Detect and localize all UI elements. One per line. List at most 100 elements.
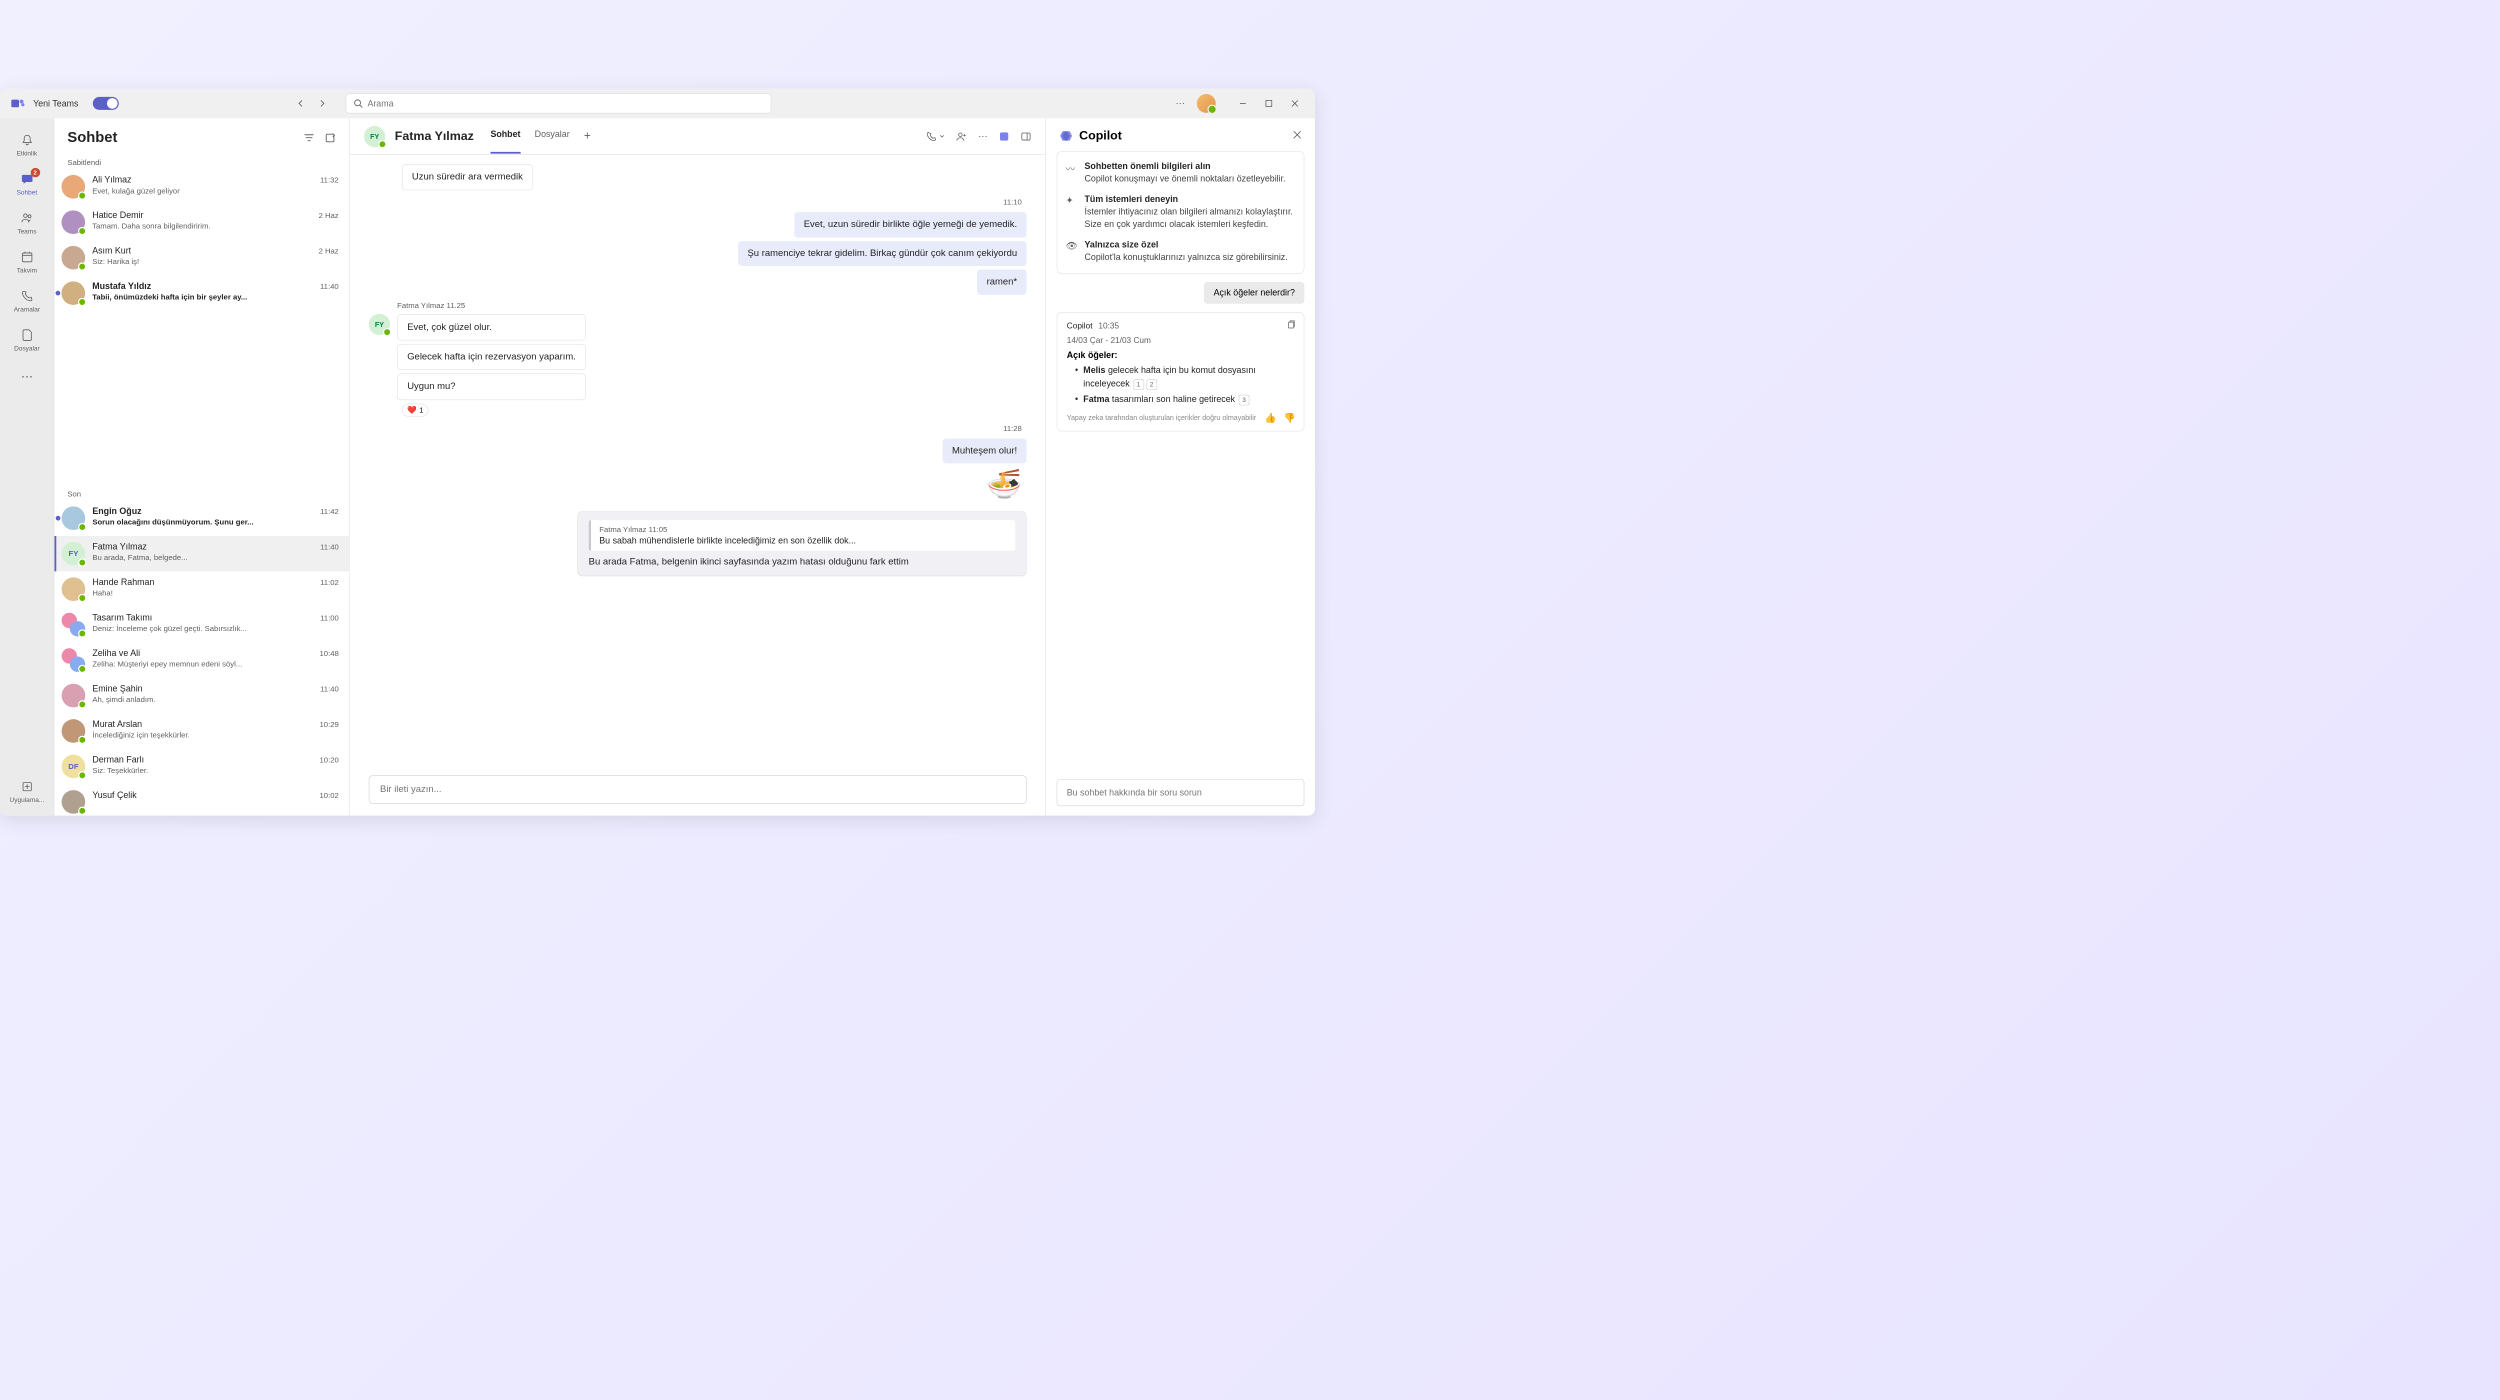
msg-meta: Fatma Yılmaz 11.25 [397,301,586,310]
compose-area [369,775,1027,803]
filter-icon[interactable] [303,131,315,143]
new-chat-icon[interactable] [324,131,336,143]
group-avatar [61,613,85,637]
ai-disclaimer: Yapay zeka tarafından oluşturulan içerik… [1067,413,1295,422]
chat-name: Asım Kurt [92,246,131,256]
chat-list-item[interactable]: Emine Şahin11:40Ah, şimdi anladım. [54,678,349,713]
copilot-input[interactable] [1057,779,1305,806]
tab-chat[interactable]: Sohbet [490,119,520,154]
rail-item-call[interactable]: Aramalar [7,284,47,318]
rail-item-teams[interactable]: Teams [7,206,47,240]
chat-list-item[interactable]: Hatice Demir2 HazTamam. Daha sonra bilgi… [54,204,349,239]
chat-more-icon[interactable]: ⋯ [978,130,987,142]
teams-logo-icon [9,95,26,112]
chat-header: FY Fatma Yılmaz Sohbet Dosyalar + ⋯ [350,118,1046,155]
open-pane-icon[interactable] [1021,131,1032,142]
chat-name: Ali Yılmaz [92,175,131,185]
reference-badge[interactable]: 2 [1146,379,1157,390]
tab-add[interactable]: + [584,119,591,154]
current-user-avatar[interactable] [1197,94,1216,113]
tip-icon: ✦ [1066,194,1078,230]
rail-item-bell[interactable]: Etkinlik [7,128,47,162]
chat-list-panel: Sohbet Sabitlendi Ali Yılmaz11:32Evet, k… [54,118,350,815]
chat-panel: FY Fatma Yılmaz Sohbet Dosyalar + ⋯ Uzun… [350,118,1046,815]
window-close-button[interactable] [1284,94,1305,113]
reference-badge[interactable]: 3 [1239,395,1250,406]
chevron-down-icon [939,133,945,139]
msg-out: Muhteşem olur! [942,438,1026,463]
avatar [61,246,85,270]
new-teams-toggle[interactable] [93,97,119,110]
chat-preview: İncelediğiniz için teşekkürler. [92,730,338,739]
tab-files[interactable]: Dosyalar [535,119,570,154]
chat-list-item[interactable]: FYFatma Yılmaz11:40Bu arada, Fatma, belg… [54,536,349,571]
chat-preview: Siz: Teşekkürler. [92,766,338,775]
copilot-toggle-icon[interactable] [998,130,1010,142]
chat-list-item[interactable]: Murat Arslan10:29İncelediğiniz için teşe… [54,713,349,748]
copilot-close-button[interactable] [1293,130,1302,142]
quoted-message: Fatma Yılmaz 11:05 Bu sabah mühendislerl… [577,511,1026,576]
avatar: FY [61,542,85,566]
search-input[interactable] [367,98,763,108]
chat-time: 11:42 [320,507,339,516]
rail-item-more[interactable]: ⋯ [7,364,47,389]
chat-name: Fatma Yılmaz [92,542,147,552]
window-maximize-button[interactable] [1258,94,1279,113]
copy-icon[interactable] [1286,320,1295,332]
rail-item-calendar[interactable]: Takvim [7,245,47,279]
chat-time: 2 Haz [319,211,339,220]
add-people-button[interactable] [956,130,968,142]
reference-badge[interactable]: 1 [1133,379,1144,390]
chat-list-item[interactable]: Tasarım Takımı11:00Deniz: İnceleme çok g… [54,607,349,642]
msg-out: Evet, uzun süredir birlikte öğle yemeği … [794,212,1026,237]
chat-preview: Deniz: İnceleme çok güzel geçti. Sabırsı… [92,624,338,633]
chat-list-item[interactable]: Zeliha ve Ali10:48Zeliha: Müşteriyi epey… [54,642,349,677]
copilot-user-message: Açık öğeler nelerdir? [1204,282,1304,304]
chat-list-item[interactable]: Hande Rahman11:02Haha! [54,571,349,606]
copilot-response: Copilot10:35 14/03 Çar - 21/03 Cum Açık … [1057,312,1305,431]
copilot-tip: 👁Yalnızca size özelCopilot'la konuştukla… [1066,240,1296,264]
titlebar: Yeni Teams ⋯ [0,89,1315,119]
window-minimize-button[interactable] [1232,94,1253,113]
chat-person-avatar[interactable]: FY [364,126,385,147]
chat-list-item[interactable]: Mustafa Yıldız11:40Tabii, önümüzdeki haf… [54,275,349,310]
chat-list-item[interactable]: Asım Kurt2 HazSiz: Harika iş! [54,240,349,275]
chat-list-item[interactable]: Yusuf Çelik10:02 [54,784,349,816]
recent-section-label: Son [54,484,349,500]
avatar [61,506,85,530]
rail-item-apps[interactable]: Uygulama... [7,774,47,808]
chat-list-item[interactable]: Engin Oğuz11:42Sorun olacağını düşünmüyo… [54,500,349,535]
nav-back-button[interactable] [291,94,310,113]
chat-time: 11:40 [320,542,339,551]
chat-time: 11:00 [320,613,339,622]
avatar [61,175,85,199]
chat-list-item[interactable]: Ali Yılmaz11:32Evet, kulağa güzel geliyo… [54,169,349,204]
rail-item-file[interactable]: Dosyalar [7,323,47,357]
messages-scroll[interactable]: Uzun süredir ara vermedik 11:10 Evet, uz… [350,155,1046,768]
avatar [61,210,85,234]
thumbs-down-icon[interactable]: 👎 [1284,412,1296,424]
msg-out: Şu ramenciye tekrar gidelim. Birkaç günd… [738,241,1027,266]
chat-preview: Evet, kulağa güzel geliyor [92,186,338,195]
chat-time: 10:02 [319,790,338,799]
rail-item-chat[interactable]: Sohbet2 [7,167,47,201]
more-options-icon[interactable]: ⋯ [1171,94,1190,113]
reaction-heart[interactable]: ❤️ 1 [402,403,429,416]
call-button[interactable] [926,131,945,142]
chat-preview: Tabii, önümüzdeki hafta için bir şeyler … [92,293,338,302]
unread-dot [56,516,61,521]
chat-time: 11:02 [320,578,339,587]
msg-in: Evet, çok güzel olur. [397,314,586,340]
search-input-wrap[interactable] [346,93,772,113]
chat-time: 10:48 [319,649,338,658]
chat-time: 11:40 [320,282,339,291]
chat-name: Hande Rahman [92,577,154,587]
thumbs-up-icon[interactable]: 👍 [1265,412,1277,424]
emoji-sticker: 🍜 [369,467,1022,501]
msg-out: ramen* [977,270,1026,295]
file-icon [19,327,34,342]
nav-forward-button[interactable] [312,94,331,113]
compose-input[interactable] [369,775,1027,803]
chat-list-item[interactable]: DFDerman Farlı10:20Siz: Teşekkürler. [54,749,349,784]
teams-icon [19,210,34,225]
